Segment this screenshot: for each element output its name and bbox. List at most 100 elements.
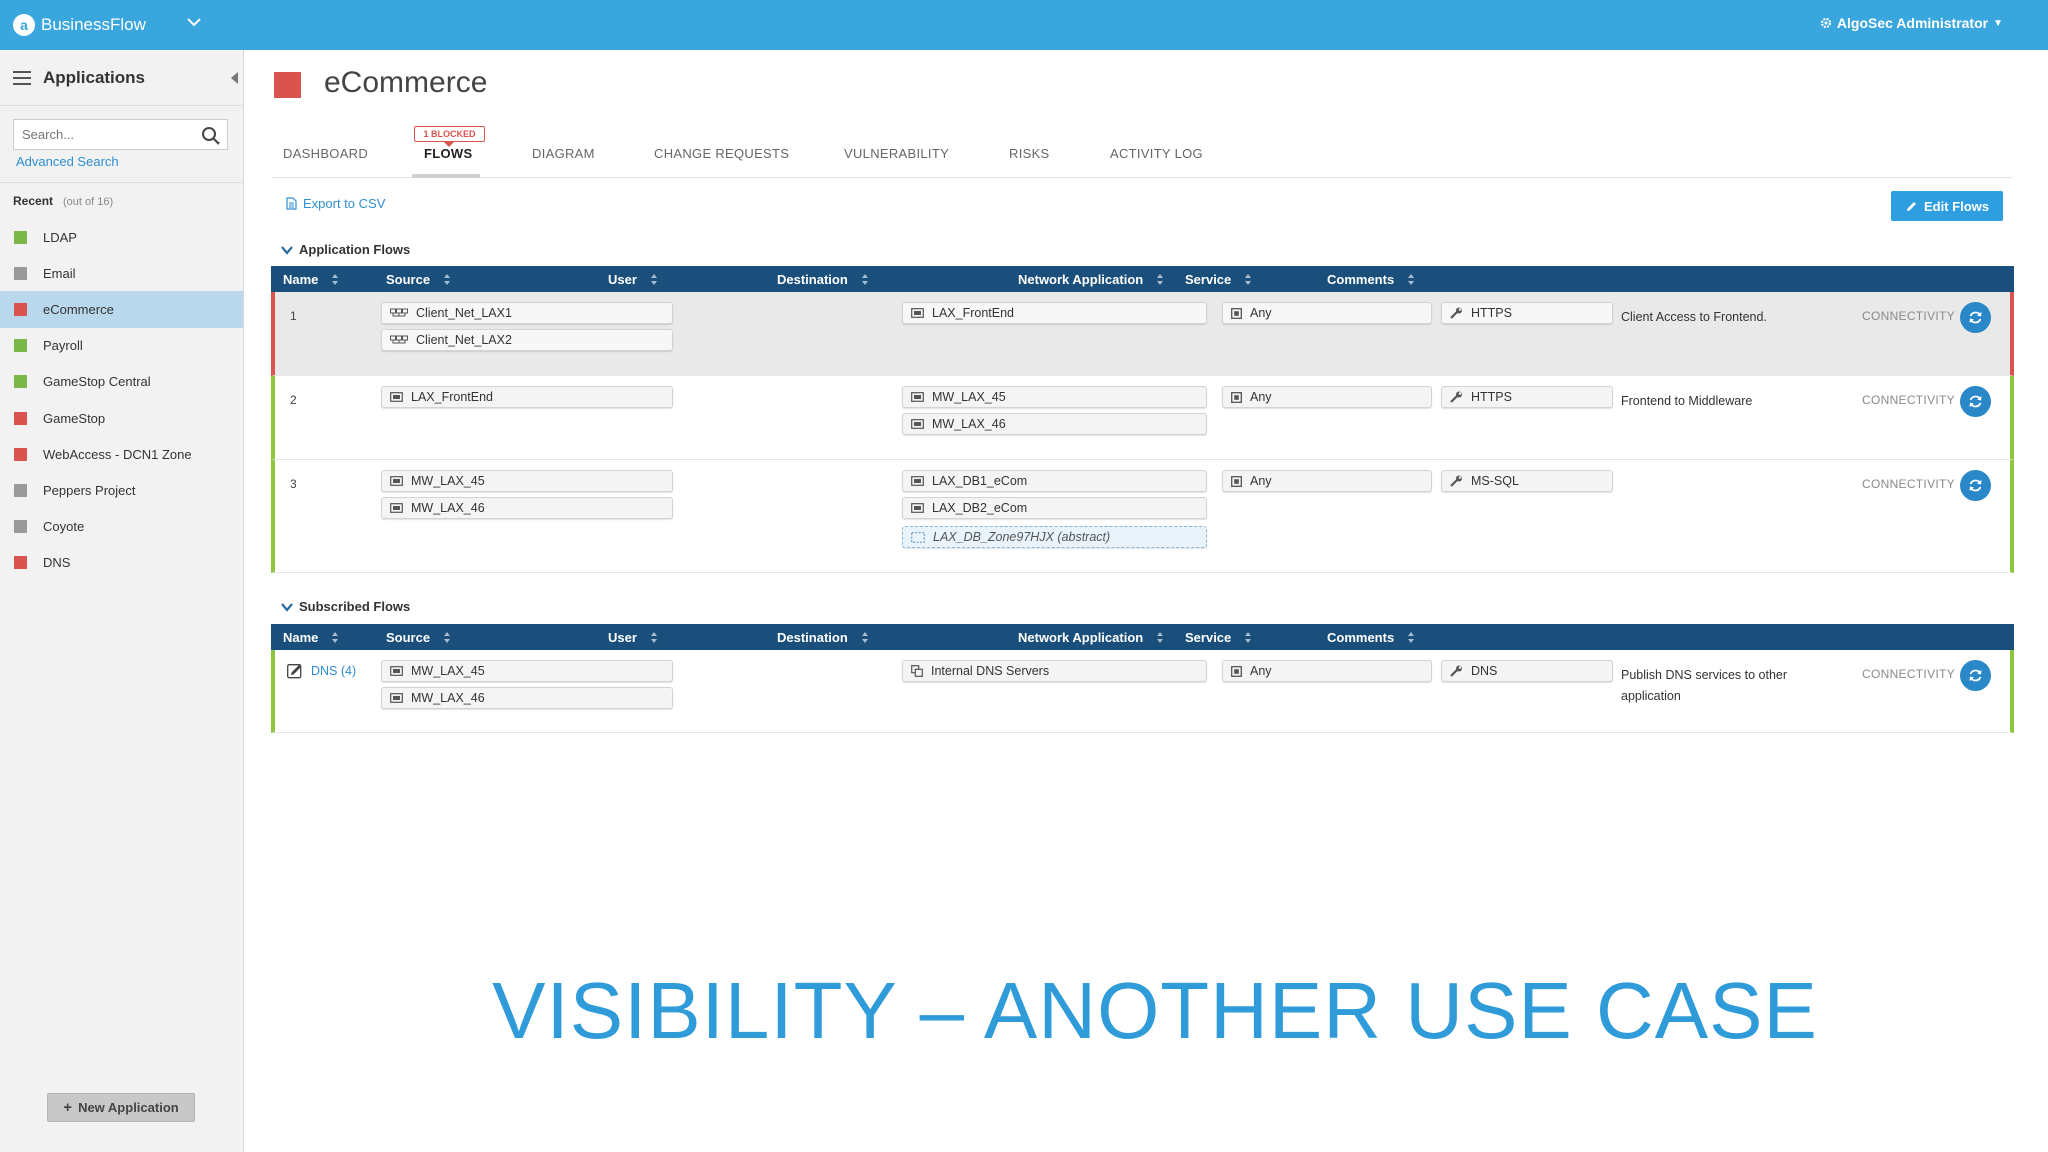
sort-icon[interactable] <box>1245 273 1252 286</box>
sidebar-item-ldap[interactable]: LDAP <box>0 219 243 255</box>
source-object[interactable]: MW_LAX_45 <box>381 660 673 682</box>
sort-icon[interactable] <box>332 273 339 286</box>
sidebar-item-payroll[interactable]: Payroll <box>0 328 243 364</box>
sidebar-item-email[interactable]: Email <box>0 255 243 291</box>
column-header-name[interactable]: Name <box>283 630 339 645</box>
destination-object[interactable]: MW_LAX_46 <box>902 413 1207 435</box>
network-application-object[interactable]: Any <box>1222 302 1432 324</box>
service-object[interactable]: HTTPS <box>1441 386 1613 408</box>
tab-vulnerability[interactable]: VULNERABILITY <box>844 146 949 161</box>
wrench-icon <box>1450 307 1462 319</box>
column-header-source[interactable]: Source <box>386 630 451 645</box>
destination-object[interactable]: Internal DNS Servers <box>902 660 1207 682</box>
search-icon[interactable] <box>201 126 221 146</box>
column-header-service[interactable]: Service <box>1185 630 1252 645</box>
sidebar-item-ecommerce[interactable]: eCommerce <box>0 291 243 328</box>
sort-icon[interactable] <box>1157 631 1164 644</box>
sort-icon[interactable] <box>444 631 451 644</box>
service-object[interactable]: MS-SQL <box>1441 470 1613 492</box>
destination-object[interactable]: LAX_DB_Zone97HJX (abstract) <box>902 526 1207 548</box>
sidebar-item-webaccess-dcn1-zone[interactable]: WebAccess - DCN1 Zone <box>0 436 243 472</box>
export-csv-link[interactable]: Export to CSV <box>286 196 385 211</box>
refresh-flow-button[interactable] <box>1960 660 1991 691</box>
document-icon <box>286 197 297 210</box>
column-header-network-application[interactable]: Network Application <box>1018 272 1164 287</box>
source-object[interactable]: MW_LAX_46 <box>381 497 673 519</box>
sidebar-item-peppers-project[interactable]: Peppers Project <box>0 472 243 508</box>
collapse-sidebar-icon[interactable] <box>231 72 238 84</box>
user-menu[interactable]: AlgoSec Administrator ▼ <box>1820 15 2003 31</box>
refresh-flow-button[interactable] <box>1960 470 1991 501</box>
sort-icon[interactable] <box>444 273 451 286</box>
column-header-destination[interactable]: Destination <box>777 630 869 645</box>
network-application-object[interactable]: Any <box>1222 470 1432 492</box>
application-flows-toggle[interactable]: Application Flows <box>281 242 410 257</box>
tab-flows[interactable]: FLOWS <box>424 146 472 161</box>
sidebar-item-dns[interactable]: DNS <box>0 545 243 581</box>
sort-icon[interactable] <box>1245 631 1252 644</box>
network-application-object[interactable]: Any <box>1222 660 1432 682</box>
app-status-swatch <box>14 339 27 353</box>
edit-flows-button[interactable]: Edit Flows <box>1891 191 2003 221</box>
tab-diagram[interactable]: DIAGRAM <box>532 146 595 161</box>
refresh-flow-button[interactable] <box>1960 302 1991 333</box>
service-object-label: MS-SQL <box>1471 474 1519 488</box>
column-header-name[interactable]: Name <box>283 272 339 287</box>
column-header-user[interactable]: User <box>608 272 658 287</box>
sort-icon[interactable] <box>1408 273 1415 286</box>
source-object[interactable]: MW_LAX_46 <box>381 687 673 709</box>
service-object[interactable]: HTTPS <box>1441 302 1613 324</box>
destination-object[interactable]: LAX_DB2_eCom <box>902 497 1207 519</box>
column-header-service[interactable]: Service <box>1185 272 1252 287</box>
source-object[interactable]: Client_Net_LAX1 <box>381 302 673 324</box>
column-header-network-application[interactable]: Network Application <box>1018 630 1164 645</box>
refresh-flow-button[interactable] <box>1960 386 1991 417</box>
advanced-search-link[interactable]: Advanced Search <box>16 154 119 169</box>
sort-icon[interactable] <box>332 631 339 644</box>
sort-icon[interactable] <box>861 273 869 286</box>
tab-dashboard[interactable]: DASHBOARD <box>283 146 368 161</box>
destination-object[interactable]: MW_LAX_45 <box>902 386 1207 408</box>
sidebar-item-gamestop[interactable]: GameStop <box>0 400 243 436</box>
sort-icon[interactable] <box>650 631 658 644</box>
destination-object-label: Internal DNS Servers <box>931 664 1050 678</box>
source-object[interactable]: LAX_FrontEnd <box>381 386 673 408</box>
tab-activity-log[interactable]: ACTIVITY LOG <box>1110 146 1203 161</box>
column-header-comments[interactable]: Comments <box>1327 272 1415 287</box>
sort-icon[interactable] <box>861 631 869 644</box>
hamburger-menu-icon[interactable] <box>13 70 31 85</box>
subscribed-flow-link[interactable]: DNS (4) <box>311 664 356 678</box>
search-input[interactable] <box>14 127 194 142</box>
network-application-object[interactable]: Any <box>1222 386 1432 408</box>
sort-icon[interactable] <box>1157 273 1164 286</box>
chevron-down-icon[interactable] <box>186 14 202 30</box>
sidebar-item-coyote[interactable]: Coyote <box>0 509 243 545</box>
service-object[interactable]: DNS <box>1441 660 1613 682</box>
source-object[interactable]: Client_Net_LAX2 <box>381 329 673 351</box>
sidebar-item-gamestop-central[interactable]: GameStop Central <box>0 364 243 400</box>
new-application-button[interactable]: + New Application <box>47 1093 195 1122</box>
refresh-icon <box>1969 479 1982 492</box>
caret-down-icon: ▼ <box>1993 17 2003 29</box>
source-object-label: Client_Net_LAX1 <box>416 306 512 320</box>
tab-risks[interactable]: RISKS <box>1009 146 1050 161</box>
subscribed-flows-toggle[interactable]: Subscribed Flows <box>281 599 410 614</box>
subscribed-flow-name[interactable]: DNS (4) <box>287 663 356 679</box>
flow-row: 3 MW_LAX_45 MW_LAX_46 LAX_DB1_eCom LAX_DB2_e… <box>271 460 2014 573</box>
destination-object[interactable]: LAX_DB1_eCom <box>902 470 1207 492</box>
algosec-logo-icon: a <box>13 14 35 36</box>
brand[interactable]: a BusinessFlow <box>13 0 146 50</box>
source-object[interactable]: MW_LAX_45 <box>381 470 673 492</box>
column-header-source[interactable]: Source <box>386 272 451 287</box>
column-header-user[interactable]: User <box>608 630 658 645</box>
column-header-destination[interactable]: Destination <box>777 272 869 287</box>
tab-change-requests[interactable]: CHANGE REQUESTS <box>654 146 789 161</box>
sidebar-item-label: eCommerce <box>43 301 114 317</box>
app-status-swatch <box>14 230 27 244</box>
sort-icon[interactable] <box>650 273 658 286</box>
destination-object-label: MW_LAX_46 <box>932 417 1006 431</box>
sort-icon[interactable] <box>1408 631 1415 644</box>
destination-object[interactable]: LAX_FrontEnd <box>902 302 1207 324</box>
column-label: Comments <box>1327 272 1395 287</box>
column-header-comments[interactable]: Comments <box>1327 630 1415 645</box>
